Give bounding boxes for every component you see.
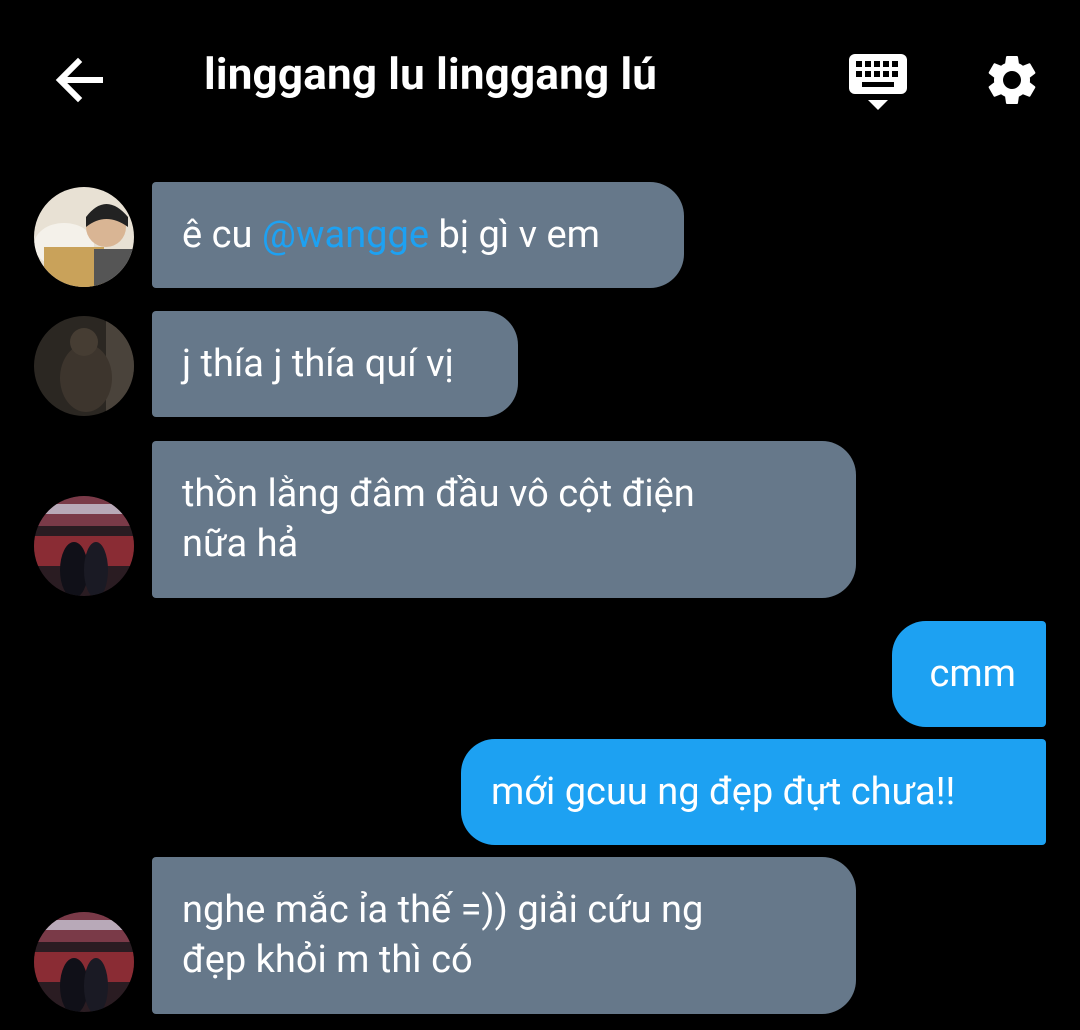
conversation-header: linggang lu linggang lú	[0, 0, 1080, 160]
back-button[interactable]	[52, 52, 108, 108]
message-text-line: thồn lằng đâm đầu vô cột điện	[182, 472, 695, 516]
message-bubble-outgoing[interactable]: mới gcuu ng đẹp đựt chưa!!	[461, 739, 1046, 845]
message-text: cmm	[929, 652, 1016, 696]
message-bubble-incoming[interactable]: nghe mắc ỉa thế =)) giải cứu ng đẹp khỏi…	[152, 857, 856, 1014]
message-bubble-incoming[interactable]: ê cu @wangge bị gì v em	[152, 182, 684, 288]
sender-avatar[interactable]	[34, 187, 134, 287]
gear-icon	[988, 55, 1036, 104]
message-text-line: nghe mắc ỉa thế =)) giải cứu ng	[182, 888, 704, 932]
message-bubble-incoming[interactable]: j thía j thía quí vị	[152, 311, 518, 417]
keyboard-toggle-button[interactable]	[848, 54, 908, 112]
sender-avatar[interactable]	[34, 912, 134, 1012]
keyboard-icon	[849, 54, 907, 110]
sender-avatar[interactable]	[34, 316, 134, 416]
sender-avatar[interactable]	[34, 496, 134, 596]
message-text: bị gì v em	[429, 213, 600, 257]
settings-button[interactable]	[982, 50, 1042, 110]
message-text-line: đẹp khỏi m thì có	[182, 938, 473, 982]
message-text: j thía j thía quí vị	[182, 342, 454, 386]
arrow-left-icon	[55, 57, 103, 103]
user-mention-link[interactable]: @wangge	[262, 213, 429, 257]
message-text: mới gcuu ng đẹp đựt chưa!!	[491, 770, 956, 814]
conversation-title: linggang lu linggang lú	[204, 48, 658, 100]
message-bubble-incoming[interactable]: thồn lằng đâm đầu vô cột điện nữa hả	[152, 441, 856, 598]
message-text-line: nữa hả	[182, 522, 299, 566]
message-text: ê cu	[182, 213, 262, 257]
message-bubble-outgoing[interactable]: cmm	[892, 621, 1046, 727]
